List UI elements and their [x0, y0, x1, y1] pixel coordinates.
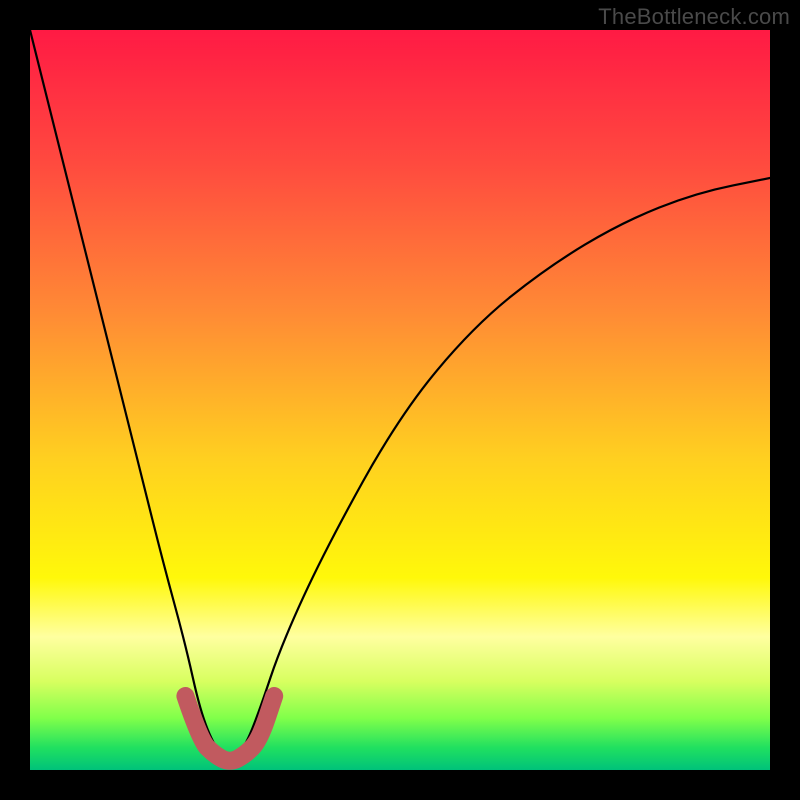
- chart-plot-area: [30, 30, 770, 770]
- bottleneck-curve: [30, 30, 770, 759]
- watermark-text: TheBottleneck.com: [598, 4, 790, 30]
- curve-layer: [30, 30, 770, 770]
